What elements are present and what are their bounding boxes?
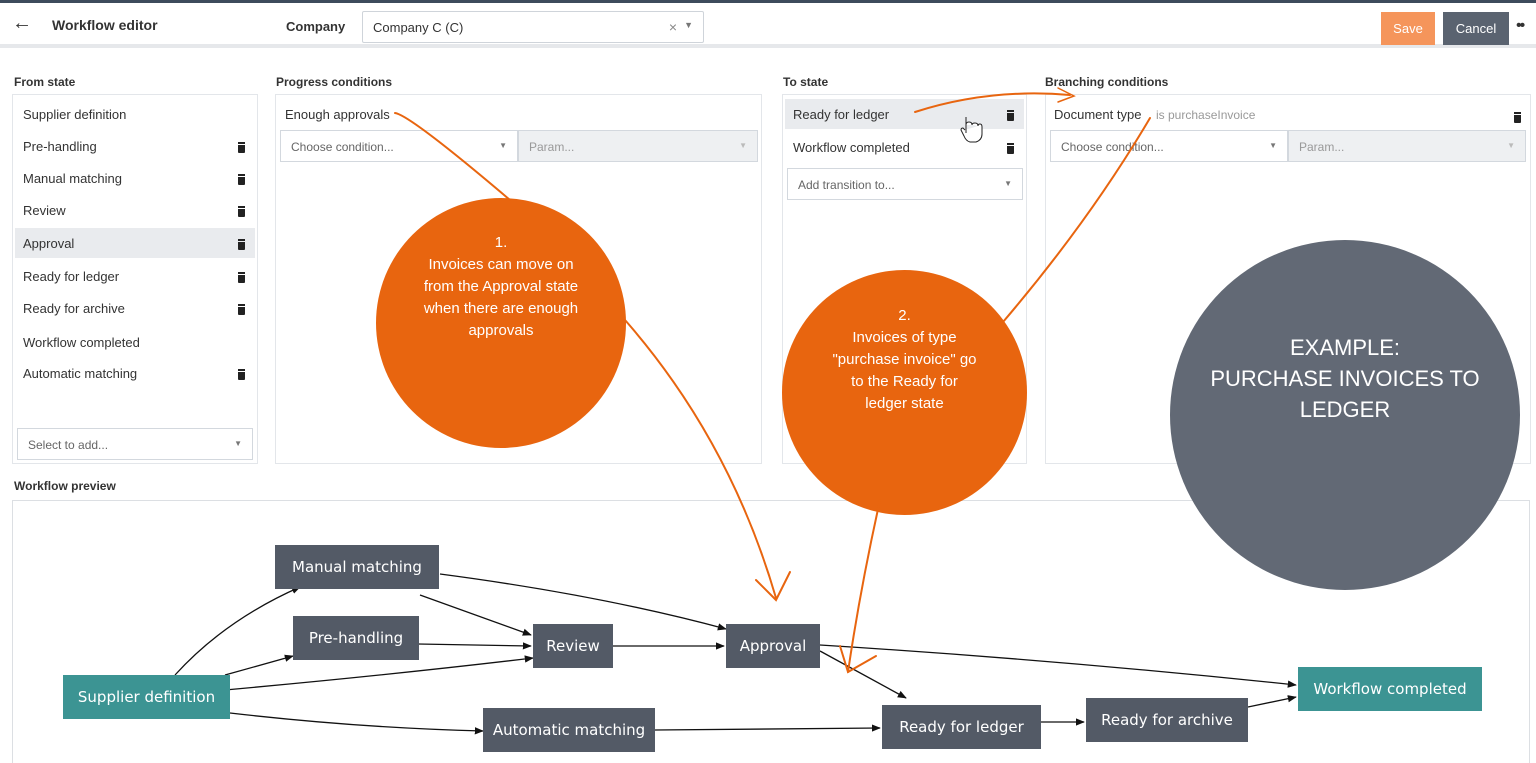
callout-line-1-top: [394, 112, 511, 201]
callout-arrows: [394, 87, 1151, 674]
callout-line-1-bottom: [624, 319, 777, 599]
callout-line-2-connector: [914, 92, 1071, 113]
callout-arrowhead-2: [839, 645, 877, 674]
callout-line-2-bottom: [847, 499, 881, 673]
callout-line-2-top: [1002, 117, 1151, 323]
